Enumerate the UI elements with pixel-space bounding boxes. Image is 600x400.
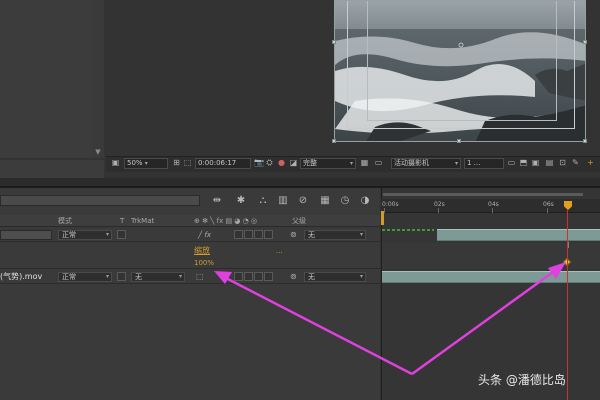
annotation-arrows: [214, 262, 566, 376]
arrow-to-keyframe: [411, 262, 566, 376]
watermark: 头条 @潘德比岛: [478, 373, 566, 387]
arrow-to-scale: [214, 271, 413, 376]
